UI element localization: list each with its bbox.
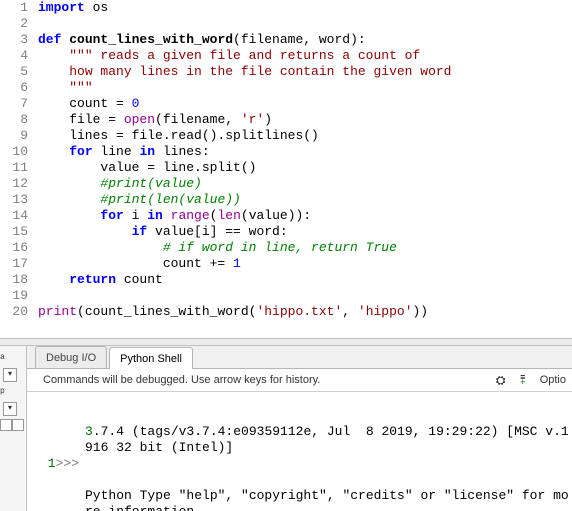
step-icon[interactable]: ≡+ bbox=[515, 372, 531, 388]
side-tool-widgets: a ▾ p ▾ bbox=[0, 346, 27, 511]
shell-toolbar: Commands will be debugged. Use arrow key… bbox=[27, 369, 572, 392]
code-line[interactable]: how many lines in the file contain the g… bbox=[38, 64, 572, 80]
code-line[interactable]: count += 1 bbox=[38, 256, 572, 272]
code-line[interactable]: return count bbox=[38, 272, 572, 288]
shell-tabs: Debug I/O Python Shell bbox=[27, 346, 572, 369]
code-area[interactable]: import os def count_lines_with_word(file… bbox=[34, 0, 572, 338]
tab-python-shell[interactable]: Python Shell bbox=[109, 347, 193, 369]
toggle-square-1[interactable] bbox=[0, 419, 12, 431]
code-line[interactable]: file = open(filename, 'r') bbox=[38, 112, 572, 128]
python-version-text: .7.4 (tags/v3.7.4:e09359112e, Jul 8 2019… bbox=[85, 424, 569, 455]
code-line[interactable] bbox=[38, 288, 572, 304]
code-line[interactable]: value = line.split() bbox=[38, 160, 572, 176]
code-line[interactable]: lines = file.read().splitlines() bbox=[38, 128, 572, 144]
code-line[interactable]: print(count_lines_with_word('hippo.txt',… bbox=[38, 304, 572, 320]
shell-gutter: 1>>> bbox=[27, 392, 83, 511]
code-editor[interactable]: 1234567891011121314151617181920 import o… bbox=[0, 0, 572, 338]
widget-label-a: a bbox=[0, 350, 7, 366]
stepper-a[interactable]: ▾ bbox=[3, 368, 17, 382]
shell-output[interactable]: 3.7.4 (tags/v3.7.4:e09359112e, Jul 8 201… bbox=[83, 392, 572, 511]
code-line[interactable]: #print(len(value)) bbox=[38, 192, 572, 208]
bug-icon[interactable]: ⛭ bbox=[493, 372, 509, 388]
stepper-p[interactable]: ▾ bbox=[3, 402, 17, 416]
code-line[interactable]: count = 0 bbox=[38, 96, 572, 112]
pane-divider[interactable] bbox=[0, 338, 572, 346]
code-line[interactable]: if value[i] == word: bbox=[38, 224, 572, 240]
code-line[interactable]: # if word in line, return True bbox=[38, 240, 572, 256]
shell-body[interactable]: 1>>> 3.7.4 (tags/v3.7.4:e09359112e, Jul … bbox=[27, 392, 572, 511]
code-line[interactable] bbox=[38, 16, 572, 32]
shell-area: Debug I/O Python Shell Commands will be … bbox=[27, 346, 572, 511]
bottom-pane: a ▾ p ▾ Debug I/O Python Shell Commands wi… bbox=[0, 346, 572, 511]
toggle-square-2[interactable] bbox=[12, 419, 24, 431]
code-line[interactable]: """ reads a given file and returns a cou… bbox=[38, 48, 572, 64]
tab-debug-io[interactable]: Debug I/O bbox=[35, 346, 107, 368]
shell-hint: Commands will be debugged. Use arrow key… bbox=[43, 372, 490, 388]
python-help-text: Python Type "help", "copyright", "credit… bbox=[85, 488, 572, 511]
code-line[interactable]: def count_lines_with_word(filename, word… bbox=[38, 32, 572, 48]
widget-label-p: p bbox=[0, 384, 7, 400]
python-version-major: 3 bbox=[85, 424, 93, 439]
code-line[interactable]: #print(value) bbox=[38, 176, 572, 192]
line-number-gutter: 1234567891011121314151617181920 bbox=[0, 0, 34, 338]
code-line[interactable]: for i in range(len(value)): bbox=[38, 208, 572, 224]
code-line[interactable]: import os bbox=[38, 0, 572, 16]
code-line[interactable]: """ bbox=[38, 80, 572, 96]
options-button[interactable]: Optio bbox=[540, 372, 566, 388]
code-line[interactable]: for line in lines: bbox=[38, 144, 572, 160]
